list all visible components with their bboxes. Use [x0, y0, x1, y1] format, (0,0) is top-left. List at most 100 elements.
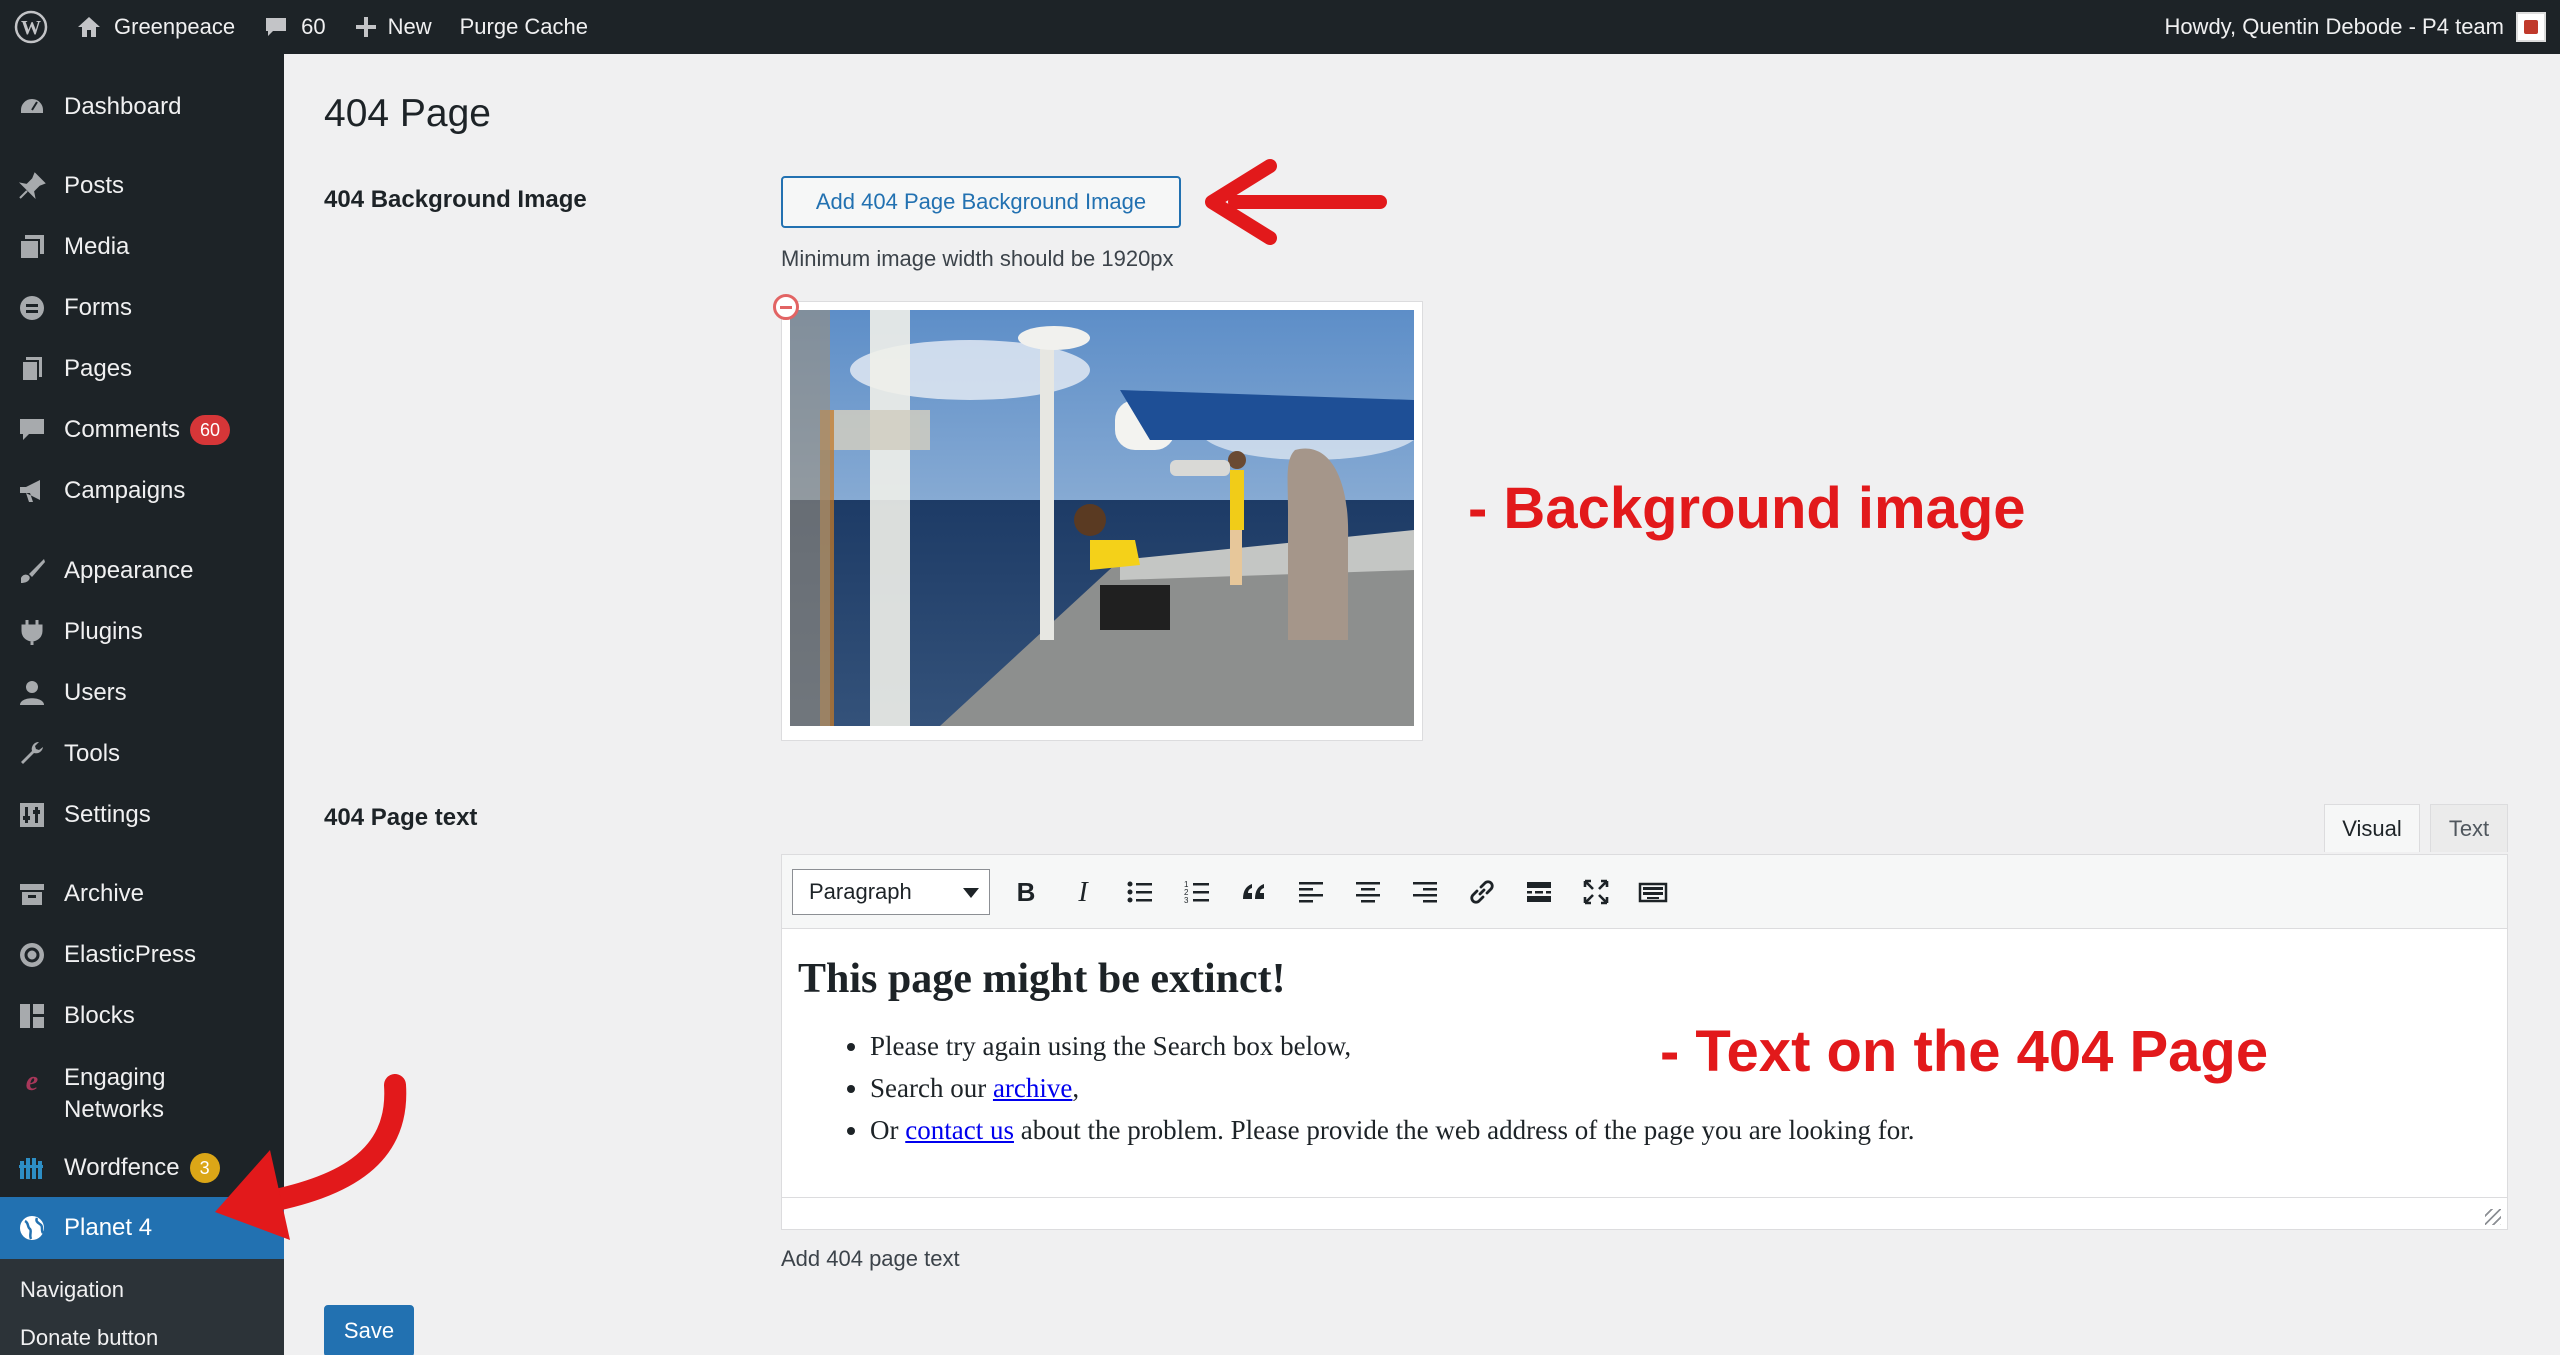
sidebar-item-label: Media [64, 233, 130, 260]
purge-cache-link[interactable]: Purge Cache [446, 0, 602, 54]
list-item-text: about the problem. Please provide the we… [1013, 1115, 1915, 1145]
list-item-text: Search our [870, 1073, 993, 1103]
min-width-note: Minimum image width should be 1920px [781, 246, 1174, 271]
bg-image-preview [790, 310, 1414, 726]
save-button[interactable]: Save [324, 1305, 414, 1355]
comments-count-badge: 60 [190, 415, 231, 445]
sidebar-item-planet-4[interactable]: Planet 4 [0, 1197, 284, 1259]
submenu-item-donate-button[interactable]: Donate button [20, 1325, 158, 1351]
content-heading: This page might be extinct! [798, 956, 1286, 1002]
tab-text[interactable]: Text [2430, 804, 2508, 852]
sidebar-item-archive[interactable]: Archive [0, 869, 284, 919]
sidebar-item-media[interactable]: Media [0, 222, 284, 272]
list-item-text: Or [870, 1115, 906, 1145]
keyboard-icon[interactable] [1632, 871, 1674, 913]
tab-visual[interactable]: Visual [2324, 804, 2420, 852]
blockquote-icon[interactable] [1233, 871, 1275, 913]
sidebar-item-label: Campaigns [64, 477, 186, 504]
sidebar-item-tools[interactable]: Tools [0, 729, 284, 779]
align-center-icon[interactable] [1347, 871, 1389, 913]
sidebar-item-campaigns[interactable]: Campaigns [0, 466, 284, 516]
wordfence-count-badge: 3 [189, 1153, 220, 1183]
sidebar-item-label: Wordfence [64, 1154, 180, 1181]
media-icon [0, 232, 64, 262]
main-content: 404 Page 404 Background Image Add 404 Pa… [284, 54, 2560, 1355]
editor-statusbar [782, 1197, 2507, 1229]
site-name-link[interactable]: Greenpeace [62, 0, 249, 54]
comments-count: 60 [301, 14, 326, 39]
bold-icon[interactable]: B [1005, 871, 1047, 913]
page-text-hint: Add 404 page text [781, 1246, 960, 1271]
sidebar-item-comments[interactable]: Comments 60 [0, 405, 284, 455]
new-content-link[interactable]: New [340, 0, 446, 54]
fullscreen-icon[interactable] [1575, 871, 1617, 913]
bulleted-list-icon[interactable] [1119, 871, 1161, 913]
purge-cache-label: Purge Cache [459, 14, 589, 39]
sidebar-item-pages[interactable]: Pages [0, 344, 284, 394]
sidebar-item-plugins[interactable]: Plugins [0, 607, 284, 657]
align-left-icon[interactable] [1290, 871, 1332, 913]
contact-us-link[interactable]: contact us [905, 1115, 1014, 1145]
sidebar-item-label: Archive [64, 880, 145, 907]
submenu-item-navigation[interactable]: Navigation [20, 1277, 124, 1303]
format-select[interactable]: Paragraph [792, 869, 990, 915]
comments-link[interactable]: 60 [249, 0, 339, 54]
page-title: 404 Page [324, 92, 491, 135]
engaging-networks-icon: e [0, 1062, 64, 1096]
annotation-background-image: - Background image [1468, 476, 2026, 541]
sidebar-item-wordfence[interactable]: Wordfence 3 [0, 1143, 284, 1193]
globe-icon [0, 1213, 64, 1243]
plus-icon [355, 17, 376, 37]
sidebar-item-forms[interactable]: Forms [0, 283, 284, 333]
italic-icon[interactable]: I [1062, 871, 1104, 913]
site-name: Greenpeace [114, 14, 236, 39]
remove-image-icon[interactable] [773, 294, 799, 320]
numbered-list-icon[interactable]: 123 [1176, 871, 1218, 913]
sidebar-item-settings[interactable]: Settings [0, 790, 284, 840]
blocks-icon [0, 1001, 64, 1031]
sidebar-item-users[interactable]: Users [0, 668, 284, 718]
sidebar-item-blocks[interactable]: Blocks [0, 991, 284, 1041]
my-account[interactable]: Howdy, Quentin Debode - P4 team [2164, 12, 2560, 42]
sidebar-item-label: Posts [64, 172, 125, 199]
sidebar-item-elasticpress[interactable]: ElasticPress [0, 930, 284, 980]
avatar [2516, 12, 2546, 42]
list-item-text: Please try again using the Search box be… [870, 1031, 1352, 1061]
resize-handle-icon[interactable] [2485, 1209, 2501, 1225]
settings-icon [0, 800, 64, 830]
megaphone-icon [0, 476, 64, 506]
sidebar-item-label: Blocks [64, 1002, 135, 1029]
list-item-text: , [1072, 1073, 1080, 1103]
svg-text:e: e [26, 1066, 38, 1096]
wordpress-logo-icon[interactable]: W [0, 0, 62, 54]
link-icon[interactable] [1461, 871, 1503, 913]
wrench-icon [0, 739, 64, 769]
sidebar-item-engaging-networks[interactable]: e Engaging Networks [0, 1052, 284, 1132]
sidebar-item-label: Comments [64, 416, 181, 443]
sidebar-item-label: ElasticPress [64, 941, 197, 968]
admin-bar: W Greenpeace 60 New Purge Cache Howdy, Q… [0, 0, 2560, 54]
add-bg-image-button[interactable]: Add 404 Page Background Image [781, 176, 1181, 228]
sidebar-item-label: Appearance [64, 557, 194, 584]
comments-icon [0, 415, 64, 445]
sidebar-item-label: Forms [64, 294, 132, 321]
sidebar-item-dashboard[interactable]: Dashboard [0, 82, 284, 132]
list-item: Or contact us about the problem. Please … [870, 1109, 2491, 1151]
archive-link[interactable]: archive [993, 1073, 1072, 1103]
bg-image-field-label: 404 Background Image [324, 186, 587, 213]
read-more-icon[interactable] [1518, 871, 1560, 913]
sidebar-item-label: Pages [64, 355, 133, 382]
forms-icon [0, 293, 64, 323]
archive-icon [0, 879, 64, 909]
editor-toolbar: Paragraph B I 123 [782, 855, 2507, 929]
svg-text:W: W [21, 17, 41, 39]
pages-icon [0, 354, 64, 384]
svg-text:I: I [1077, 877, 1089, 907]
user-icon [0, 678, 64, 708]
sidebar-item-appearance[interactable]: Appearance [0, 546, 284, 596]
sidebar-item-posts[interactable]: Posts [0, 161, 284, 211]
chevron-down-icon [963, 888, 979, 898]
sidebar-item-label: Users [64, 679, 127, 706]
sidebar-item-label: Engaging Networks [64, 1064, 166, 1123]
align-right-icon[interactable] [1404, 871, 1446, 913]
